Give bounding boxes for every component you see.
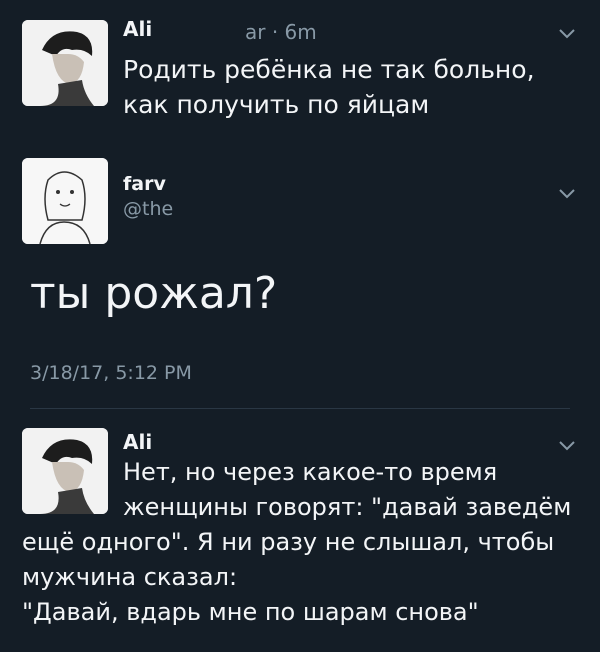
reply-tweet[interactable]: Ali Нет, но через какое-то время женщины… — [0, 410, 600, 652]
divider — [30, 408, 570, 409]
chevron-down-icon[interactable] — [558, 440, 576, 452]
tweet-text: Родить ребёнка не так больно, как получи… — [123, 55, 535, 119]
main-tweet[interactable]: farv @the ты рожал? 3/18/17, 5:12 PM — [0, 140, 600, 390]
reply-text-line-2: женщины говорят: "давай заведём — [123, 493, 572, 521]
chevron-down-icon[interactable] — [558, 28, 576, 40]
avatar-farv-image — [22, 158, 108, 244]
author-handle[interactable]: @the — [123, 198, 173, 220]
tweet-text: ты рожал? — [30, 268, 278, 319]
author-name[interactable]: Ali — [123, 430, 152, 454]
tweet-timestamp[interactable]: 3/18/17, 5:12 PM — [30, 362, 192, 384]
reply-text-rest: ещё одного". Я ни разу не слышал, чтобы … — [22, 528, 555, 626]
author-name[interactable]: Ali — [123, 17, 152, 41]
avatar-ali-image — [22, 20, 108, 106]
tweet-1[interactable]: Ali ar · 6m Родить ребёнка не так больно… — [0, 0, 600, 130]
tweet-meta: ar · 6m — [245, 20, 317, 44]
author-name[interactable]: farv — [123, 173, 166, 195]
reply-text-line-1: Нет, но через какое-то время — [123, 458, 498, 486]
avatar-ali[interactable] — [22, 428, 108, 514]
avatar-ali-image — [22, 428, 108, 514]
avatar-farv[interactable] — [22, 158, 108, 244]
chevron-down-icon[interactable] — [558, 188, 576, 200]
avatar-ali[interactable] — [22, 20, 108, 106]
